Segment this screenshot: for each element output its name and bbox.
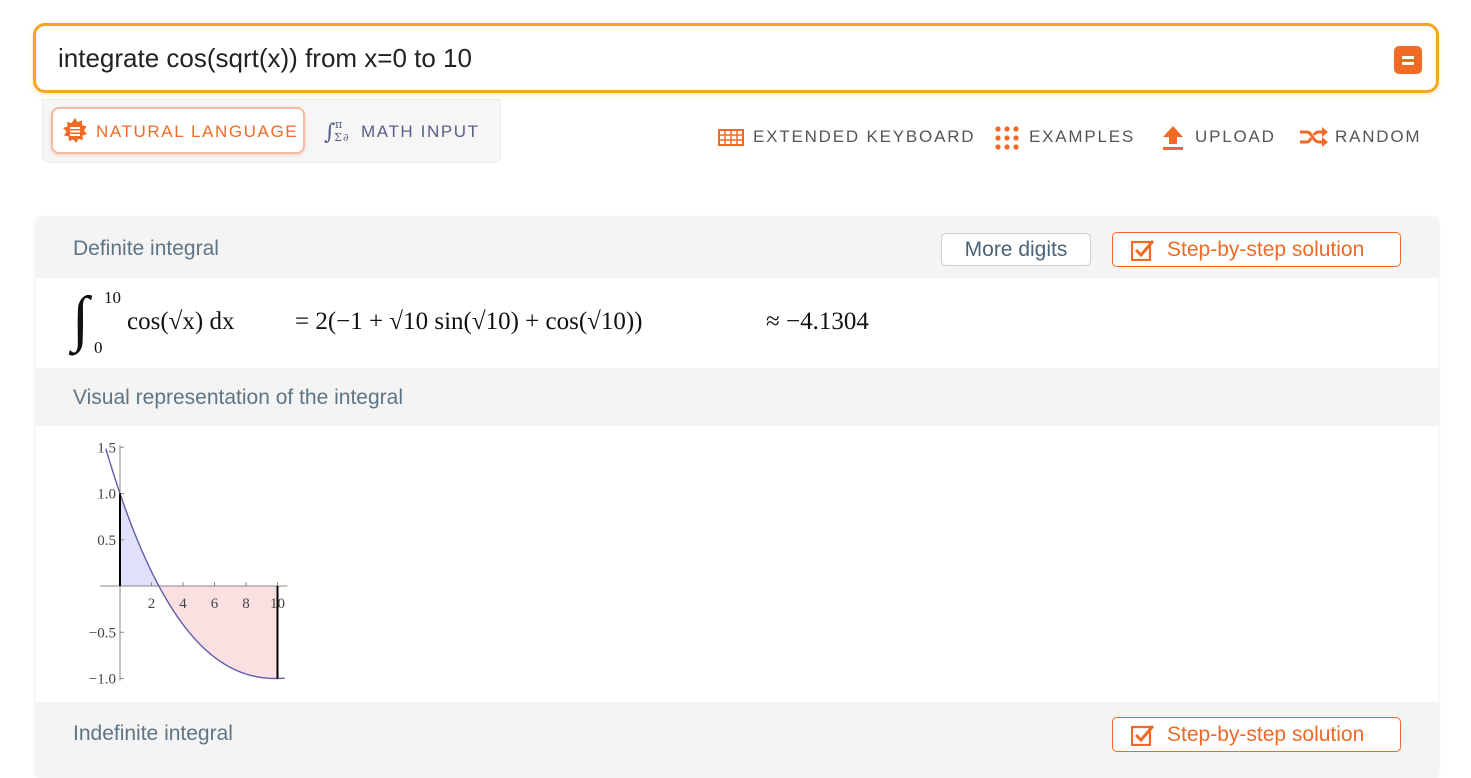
equals-icon[interactable]: [1394, 46, 1422, 74]
integral-plot: 246810−1.0−0.50.51.01.5: [89, 440, 288, 688]
keyboard-icon: [718, 129, 744, 146]
integral-sign: ∫: [72, 285, 89, 353]
search-box: [33, 23, 1439, 93]
upload-icon: [1163, 126, 1183, 150]
pod-title-visual-representation: Visual representation of the integral: [73, 386, 403, 409]
y-tick-label: −0.5: [89, 625, 116, 641]
approx-result: ≈ −4.1304: [766, 308, 869, 335]
natural-language-icon: [63, 118, 87, 143]
x-tick-label: 8: [242, 596, 250, 612]
examples-label: EXAMPLES: [1029, 127, 1136, 146]
extended-keyboard-label: EXTENDED KEYBOARD: [753, 127, 976, 146]
x-tick-label: 6: [211, 596, 219, 612]
lower-limit: 0: [94, 338, 103, 357]
y-tick-label: 1.0: [97, 487, 116, 503]
random-shuffle-icon: [1300, 127, 1328, 147]
more-digits-button[interactable]: More digits: [941, 233, 1091, 266]
upload-button[interactable]: UPLOAD: [1161, 125, 1276, 150]
integrand: cos(√x) dx: [127, 308, 235, 335]
extended-keyboard-button[interactable]: EXTENDED KEYBOARD: [718, 125, 974, 149]
examples-icon: [995, 126, 1019, 150]
step-by-step-button-indefinite[interactable]: Step-by-step solution: [1112, 717, 1401, 752]
tab-math-input-label: MATH INPUT: [361, 122, 480, 141]
checkbox-icon: [1131, 240, 1155, 261]
positive-area: [120, 493, 159, 586]
pod-title-definite-integral: Definite integral: [73, 237, 219, 260]
integral-plot-area: 246810−1.0−0.50.51.01.5: [36, 426, 1438, 702]
step-by-step-button[interactable]: Step-by-step solution: [1112, 232, 1401, 267]
upper-limit: 10: [104, 288, 121, 307]
tab-natural-language[interactable]: NATURAL LANGUAGE: [51, 107, 305, 154]
svg-text:Σ: Σ: [334, 131, 342, 144]
upload-label: UPLOAD: [1195, 127, 1276, 146]
definite-integral-result: ∫ 10 0 cos(√x) dx = 2(−1 + √10 sin(√10) …: [36, 278, 1438, 368]
input-mode-tabs: NATURAL LANGUAGE ∫ π Σ ∂ MATH INPUT: [42, 99, 501, 163]
pod-title-indefinite-integral: Indefinite integral: [73, 722, 233, 745]
examples-button[interactable]: EXAMPLES: [994, 125, 1136, 150]
step-by-step-label-indefinite: Step-by-step solution: [1167, 723, 1365, 746]
x-tick-label: 2: [148, 596, 156, 612]
tab-natural-language-label: NATURAL LANGUAGE: [96, 122, 299, 141]
svg-text:π: π: [335, 118, 342, 131]
checkbox-icon: [1131, 725, 1155, 746]
random-label: RANDOM: [1335, 127, 1422, 146]
results-card: Definite integral More digits Step-by-st…: [36, 218, 1438, 778]
exact-result: = 2(−1 + √10 sin(√10) + cos(√10)): [295, 308, 643, 335]
search-input[interactable]: [58, 40, 1358, 76]
svg-text:∂: ∂: [343, 131, 349, 144]
math-input-icon: ∫ π Σ ∂: [324, 118, 349, 145]
y-tick-label: 0.5: [97, 533, 116, 549]
step-by-step-label: Step-by-step solution: [1167, 238, 1365, 261]
x-tick-label: 4: [179, 596, 187, 612]
y-tick-label: 1.5: [97, 440, 116, 456]
y-tick-label: −1.0: [89, 672, 116, 688]
random-button[interactable]: RANDOM: [1298, 125, 1423, 149]
